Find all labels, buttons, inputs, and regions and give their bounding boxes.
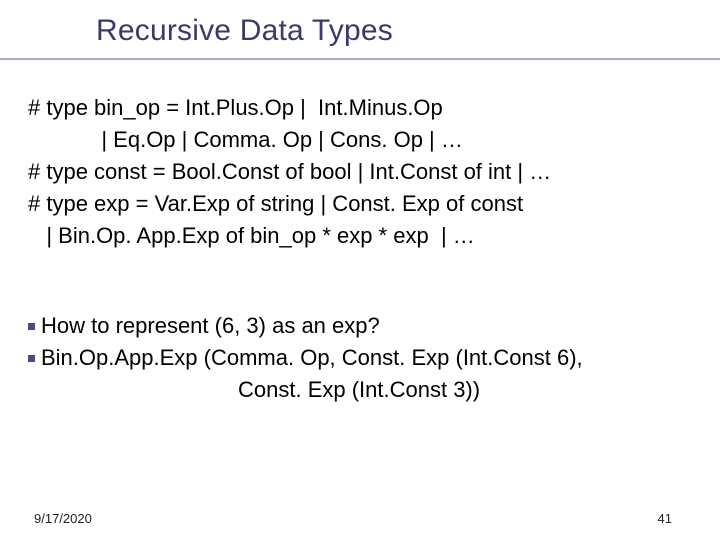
footer-page-number: 41 <box>658 511 672 526</box>
code-line-1: # type bin_op = Int.Plus.Op | Int.Minus.… <box>28 92 700 124</box>
title-underline <box>0 58 720 60</box>
bullet-text-2-continuation: Const. Exp (Int.Const 3)) <box>28 374 700 406</box>
footer-date: 9/17/2020 <box>34 511 92 526</box>
code-line-5: | Bin.Op. App.Exp of bin_op * exp * exp … <box>28 220 700 252</box>
bullet-text-1: How to represent (6, 3) as an exp? <box>41 310 380 342</box>
slide-title: Recursive Data Types <box>96 14 393 48</box>
code-line-2: | Eq.Op | Comma. Op | Cons. Op | … <box>28 124 700 156</box>
bullet-item-2: Bin.Op.App.Exp (Comma. Op, Const. Exp (I… <box>28 342 700 374</box>
code-block: # type bin_op = Int.Plus.Op | Int.Minus.… <box>28 92 700 251</box>
code-line-4: # type exp = Var.Exp of string | Const. … <box>28 188 700 220</box>
bullet-list: How to represent (6, 3) as an exp? Bin.O… <box>28 310 700 406</box>
bullet-square-icon <box>28 355 35 362</box>
slide: Recursive Data Types # type bin_op = Int… <box>0 0 720 540</box>
bullet-item-1: How to represent (6, 3) as an exp? <box>28 310 700 342</box>
bullet-square-icon <box>28 323 35 330</box>
bullet-text-2: Bin.Op.App.Exp (Comma. Op, Const. Exp (I… <box>41 342 583 374</box>
code-line-3: # type const = Bool.Const of bool | Int.… <box>28 156 700 188</box>
